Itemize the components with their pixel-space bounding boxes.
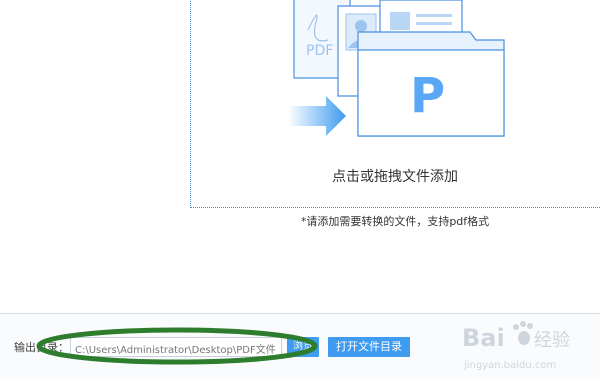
add-files-illustration: PDF P — [288, 0, 505, 137]
output-directory-label: 输出目录： — [14, 341, 69, 354]
open-folder-button[interactable]: 打开文件目录 — [328, 337, 410, 357]
browse-button[interactable]: 浏览 — [287, 337, 319, 357]
paw-icon — [513, 321, 533, 345]
output-path-input[interactable]: C:\Users\Administrator\Desktop\PDF文件 — [70, 337, 282, 357]
svg-text:PDF: PDF — [306, 43, 333, 59]
watermark-url: jingyan.baidu.com — [463, 360, 556, 371]
watermark-brand: Bai — [462, 324, 505, 352]
folder-logo: P — [410, 68, 445, 124]
baidu-watermark: Bai 经验 jingyan.baidu.com — [462, 321, 570, 371]
drop-zone-label[interactable]: 点击或拖拽文件添加 — [190, 166, 600, 186]
supported-format-hint: *请添加需要转换的文件，支持pdf格式 — [300, 215, 490, 228]
watermark-suffix: 经验 — [534, 330, 570, 351]
right-arrow-icon — [288, 96, 346, 136]
folder-icon: P — [357, 31, 505, 137]
